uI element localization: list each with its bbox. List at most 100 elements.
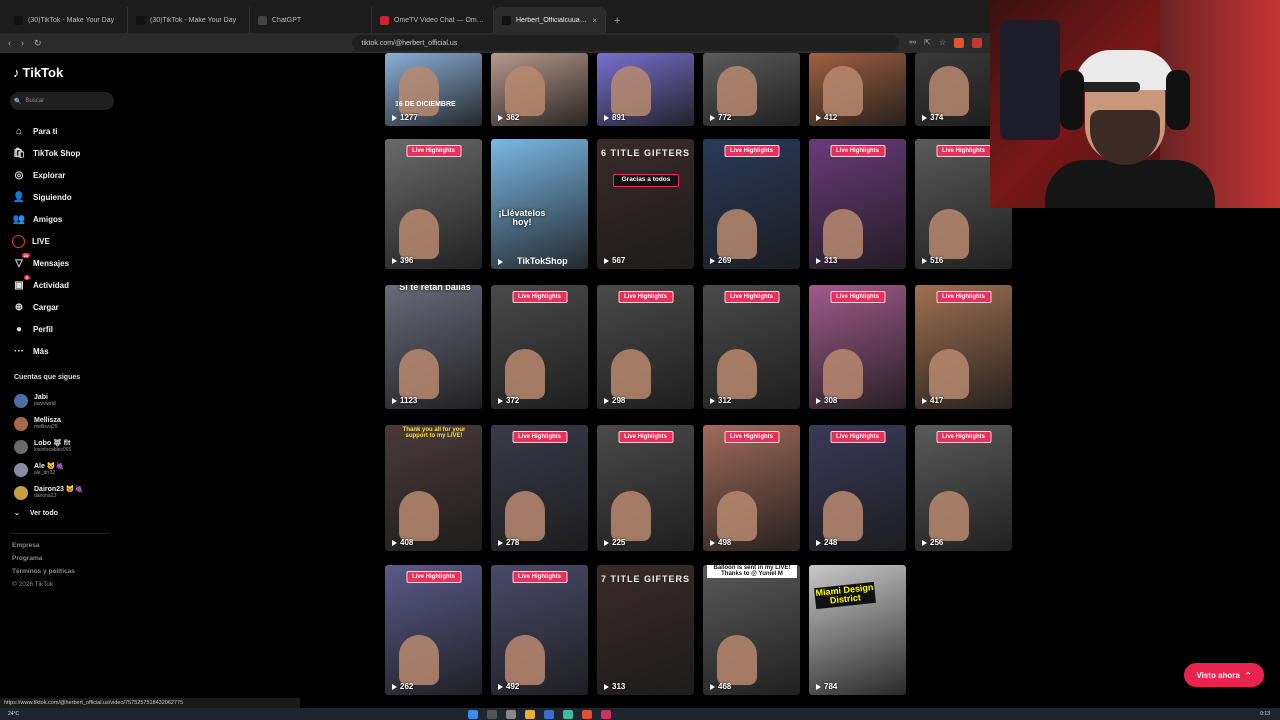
nav-item-actividad[interactable]: ▣ 9 Actividad bbox=[12, 274, 80, 296]
account-name: Dairon23 🐱🍇 bbox=[34, 485, 84, 493]
brave-icon[interactable] bbox=[582, 709, 592, 719]
browser-tab[interactable]: (30)TikTok - Make Your Day bbox=[128, 7, 250, 33]
new-tab-button[interactable]: + bbox=[614, 15, 620, 27]
following-account[interactable]: Ale 🐱🍇 ale_brr32 bbox=[14, 458, 83, 481]
play-icon bbox=[922, 114, 927, 121]
star-icon[interactable]: ☆ bbox=[939, 38, 946, 48]
edge-icon[interactable] bbox=[544, 709, 554, 719]
footer-link[interactable]: Términos y políticas bbox=[12, 568, 75, 581]
video-card[interactable]: Live Highlights 262 bbox=[385, 565, 482, 695]
nav-item-live[interactable]: LIVE bbox=[12, 230, 80, 252]
nav-item-siguiendo[interactable]: 👤 Siguiendo bbox=[12, 186, 80, 208]
footer-link[interactable]: Programa bbox=[12, 555, 75, 568]
video-card[interactable]: Balloon is sent in my LIVE! Thanks to @ … bbox=[703, 565, 800, 695]
nav-label: Explorar bbox=[33, 170, 66, 180]
following-account[interactable]: Jabi javvviwrld bbox=[14, 389, 83, 412]
browser-tab[interactable]: ChatGPT bbox=[250, 7, 372, 33]
account-handle: losintocables065 bbox=[34, 446, 72, 453]
person-thumbnail bbox=[505, 491, 545, 541]
account-name: Mellisza bbox=[34, 416, 61, 424]
live-highlights-badge: Live Highlights bbox=[511, 431, 568, 443]
shop-icon: 🛍 bbox=[12, 147, 26, 159]
following-account[interactable]: Dairon23 🐱🍇 dairona23 bbox=[14, 481, 83, 504]
view-count bbox=[498, 259, 506, 265]
browser-tab[interactable]: OmeTV Video Chat — Omegle Rand bbox=[372, 7, 494, 33]
nav-item-amigos[interactable]: 👥 Amigos bbox=[12, 208, 80, 230]
translate-icon[interactable]: ⚯ bbox=[909, 38, 916, 48]
video-card[interactable]: Live Highlights 312 bbox=[703, 285, 800, 409]
rewards-icon[interactable] bbox=[972, 38, 982, 48]
view-count: 784 bbox=[816, 682, 837, 691]
video-card[interactable]: 891 bbox=[597, 53, 694, 126]
nav-item-m-s[interactable]: ··· Más bbox=[12, 340, 80, 362]
video-card[interactable]: 362 bbox=[491, 53, 588, 126]
view-count-number: 312 bbox=[718, 396, 732, 405]
video-overlay-text: Si te retan bailas bbox=[399, 285, 471, 292]
video-card[interactable]: Si te retan bailas 1123 bbox=[385, 285, 482, 409]
url-field[interactable]: tiktok.com/@herbert_official.us bbox=[351, 35, 900, 51]
see-all-button[interactable]: ⌄ Ver todo bbox=[14, 509, 58, 518]
account-text: Dairon23 🐱🍇 dairona23 bbox=[34, 486, 83, 500]
video-card[interactable]: Live Highlights 298 bbox=[597, 285, 694, 409]
video-card[interactable]: Live Highlights 396 bbox=[385, 139, 482, 269]
more-icon: ··· bbox=[14, 345, 24, 357]
video-card[interactable]: Thank you all for your support to my LIV… bbox=[385, 425, 482, 551]
reload-icon[interactable]: ↻ bbox=[34, 38, 42, 49]
close-tab-icon[interactable]: × bbox=[592, 16, 597, 25]
taskbar-search-icon[interactable] bbox=[487, 709, 497, 719]
following-account[interactable]: Mellisza mellisza25 bbox=[14, 412, 83, 435]
brave-shield-icon[interactable] bbox=[954, 38, 964, 48]
app-icon[interactable] bbox=[601, 709, 611, 719]
account-handle: ale_brr32 bbox=[34, 469, 56, 476]
video-card[interactable]: Live Highlights 269 bbox=[703, 139, 800, 269]
video-card[interactable]: Live Highlights 256 bbox=[915, 425, 1012, 551]
nav-item-perfil[interactable]: ● Perfil bbox=[12, 318, 80, 340]
video-card[interactable]: Live Highlights 417 bbox=[915, 285, 1012, 409]
back-icon[interactable]: ‹ bbox=[8, 38, 11, 48]
account-name: Jabi bbox=[34, 393, 49, 401]
video-card[interactable]: ¡Llévatelos hoy! TikTokShop bbox=[491, 139, 588, 269]
sidebar-footer: Empresa Programa Términos y políticas © 202… bbox=[12, 542, 75, 594]
file-explorer-icon[interactable] bbox=[525, 709, 535, 719]
visto-ahora-button[interactable]: Visto ahora ⌃ bbox=[1184, 663, 1264, 687]
video-card[interactable]: Miami Design District 784 bbox=[809, 565, 906, 695]
video-card[interactable]: Live Highlights 492 bbox=[491, 565, 588, 695]
browser-tab[interactable]: Herbert_Officialcuua (@herbert × bbox=[494, 7, 606, 33]
video-card[interactable]: Live Highlights 248 bbox=[809, 425, 906, 551]
nav-label: Perfil bbox=[33, 324, 54, 334]
footer-link[interactable]: Empresa bbox=[12, 542, 75, 555]
windows-start-icon[interactable] bbox=[468, 709, 478, 719]
video-card[interactable]: 7 TITLE GIFTERS 313 bbox=[597, 565, 694, 695]
tiktok-logo[interactable]: ♪ TikTok bbox=[13, 65, 63, 80]
nav-item-mensajes[interactable]: ▽ 23 Mensajes bbox=[12, 252, 80, 274]
video-card[interactable]: Live Highlights 308 bbox=[809, 285, 906, 409]
view-count: 312 bbox=[710, 396, 731, 405]
view-count-number: 396 bbox=[400, 256, 414, 265]
search-input[interactable]: 🔍 Buscar bbox=[10, 92, 114, 110]
nav-item-explorar[interactable]: ◎ Explorar bbox=[12, 164, 80, 186]
browser-tab[interactable]: (30)TikTok - Make Your Day bbox=[6, 7, 128, 33]
video-card[interactable]: 16 DE DICIEMBRE 1277 bbox=[385, 53, 482, 126]
video-card[interactable]: Live Highlights 313 bbox=[809, 139, 906, 269]
following-account[interactable]: Lobo 🐺 flt losintocables065 bbox=[14, 435, 83, 458]
video-card[interactable]: 412 bbox=[809, 53, 906, 126]
video-card[interactable]: 772 bbox=[703, 53, 800, 126]
video-card[interactable]: Live Highlights 498 bbox=[703, 425, 800, 551]
view-count-number: 248 bbox=[824, 538, 838, 547]
play-icon bbox=[498, 539, 503, 546]
share-icon[interactable]: ⇱ bbox=[924, 38, 931, 48]
headphone-left bbox=[1060, 70, 1084, 130]
app-icon[interactable] bbox=[563, 709, 573, 719]
forward-icon[interactable]: › bbox=[21, 38, 24, 48]
task-view-icon[interactable] bbox=[506, 709, 516, 719]
nav-item-tiktok-shop[interactable]: 🛍 TikTok Shop bbox=[12, 142, 81, 164]
video-card[interactable]: Live Highlights 225 bbox=[597, 425, 694, 551]
video-card[interactable]: Live Highlights 372 bbox=[491, 285, 588, 409]
view-count-number: 468 bbox=[718, 682, 732, 691]
video-card[interactable]: Live Highlights 278 bbox=[491, 425, 588, 551]
video-card[interactable]: 6 TITLE GIFTERS Gracias a todos 567 bbox=[597, 139, 694, 269]
live-highlights-badge: Live Highlights bbox=[723, 145, 780, 157]
nav-item-cargar[interactable]: ⊕ Cargar bbox=[12, 296, 80, 318]
play-icon bbox=[816, 397, 821, 404]
nav-item-para-ti[interactable]: ⌂ Para ti bbox=[12, 120, 80, 142]
